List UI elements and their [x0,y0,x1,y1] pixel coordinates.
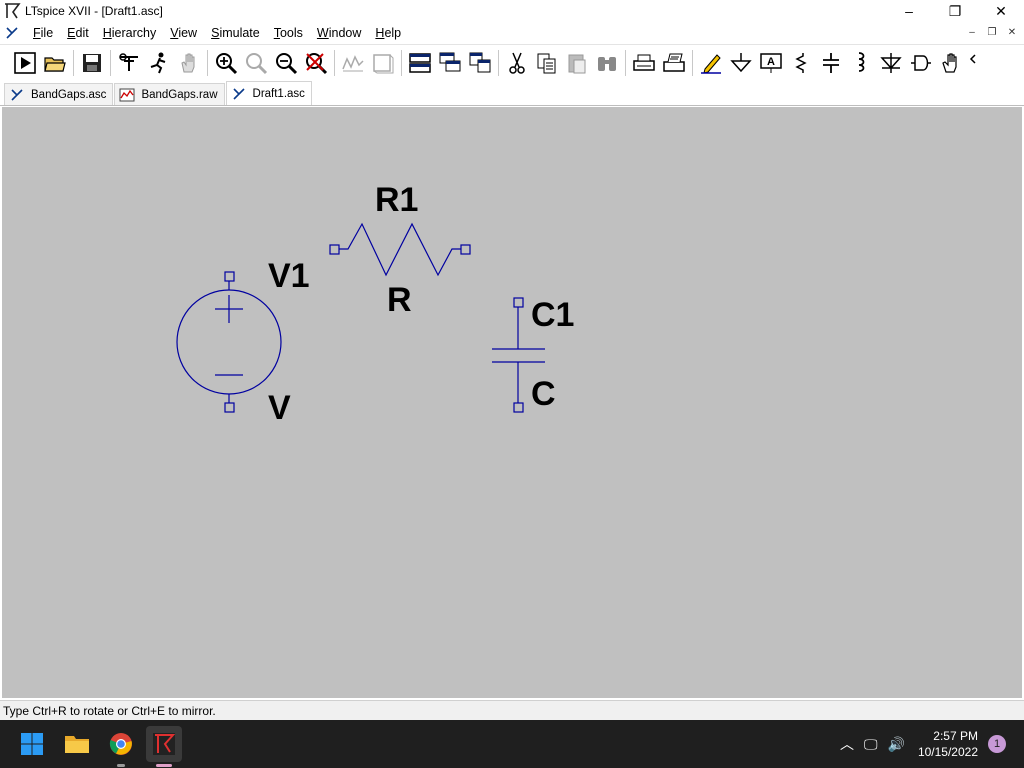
tab-bandgaps-raw[interactable]: BandGaps.raw [114,83,225,105]
clock-time: 2:57 PM [933,729,978,743]
clock[interactable]: 2:57 PM 10/15/2022 [918,728,978,760]
minimize-button[interactable]: – [886,0,932,22]
cut-icon[interactable] [502,48,532,78]
taskbar: ︿ 🖵 🔊 2:57 PM 10/15/2022 1 [0,720,1024,768]
zoom-cancel-icon[interactable] [301,48,331,78]
schematic-canvas[interactable]: R1 R V1 V C1 C [2,107,1022,698]
inductor-icon[interactable] [846,48,876,78]
move-icon[interactable] [936,48,966,78]
zoom-out-icon[interactable] [271,48,301,78]
r1-ref-label[interactable]: R1 [375,183,418,217]
zoom-in-icon[interactable] [211,48,241,78]
network-icon[interactable]: 🖵 [864,736,878,753]
component-icon[interactable] [906,48,936,78]
pan-icon[interactable] [174,48,204,78]
chrome-icon[interactable] [103,726,139,762]
tab-label: Draft1.asc [252,87,305,100]
halt-icon[interactable] [144,48,174,78]
diode-icon[interactable] [876,48,906,78]
file-explorer-icon[interactable] [59,726,95,762]
paste-icon[interactable] [562,48,592,78]
menu-simulate[interactable]: Simulate [204,26,267,40]
menu-view[interactable]: View [163,26,204,40]
open-icon[interactable] [40,48,70,78]
status-text: Type Ctrl+R to rotate or Ctrl+E to mirro… [3,703,216,718]
menu-hierarchy[interactable]: Hierarchy [96,26,164,40]
tab-label: BandGaps.raw [141,88,218,101]
c1-value-label[interactable]: C [531,377,556,411]
run-icon[interactable] [10,48,40,78]
clock-date: 10/15/2022 [917,745,978,759]
notification-badge[interactable]: 1 [988,735,1006,753]
tab-label: BandGaps.asc [31,88,107,101]
print-icon[interactable] [659,48,689,78]
resistor-icon[interactable] [786,48,816,78]
chevron-up-icon[interactable]: ︿ [840,734,854,754]
tile-vertical-icon[interactable] [465,48,495,78]
draw-wire-icon[interactable] [696,48,726,78]
tile-horizontal-icon[interactable] [405,48,435,78]
tab-bandgaps-asc[interactable]: BandGaps.asc [4,83,114,105]
autorange-icon[interactable] [338,48,368,78]
ltspice-app-icon [5,3,21,19]
cascade-icon[interactable] [435,48,465,78]
windows-start-icon[interactable] [14,726,50,762]
status-bar: Type Ctrl+R to rotate or Ctrl+E to mirro… [0,700,1024,720]
tab-draft1-asc[interactable]: Draft1.asc [225,81,312,105]
print-setup-icon[interactable] [629,48,659,78]
save-icon[interactable] [77,48,107,78]
close-button[interactable]: ✕ [978,0,1024,22]
menu-edit[interactable]: Edit [60,26,96,40]
voltage-source-v1-symbol[interactable] [176,271,282,413]
schematic-icon [11,88,23,101]
doc-close-button[interactable]: ✕ [1002,24,1022,40]
capacitor-icon[interactable] [816,48,846,78]
svg-text:A: A [767,56,775,68]
document-tabs: BandGaps.asc BandGaps.raw Draft1.asc [0,81,1024,106]
c1-ref-label[interactable]: C1 [531,298,574,332]
title-bar: LTspice XVII - [Draft1.asc] – ❐ ✕ [0,0,1024,22]
menu-window[interactable]: Window [310,26,368,40]
control-panel-icon[interactable] [114,48,144,78]
doc-restore-button[interactable]: ❐ [982,24,1002,40]
label-net-icon[interactable]: A [756,48,786,78]
copy-icon[interactable] [532,48,562,78]
volume-icon[interactable]: 🔊 [888,736,905,753]
zoom-full-icon[interactable] [241,48,271,78]
ground-icon[interactable] [726,48,756,78]
maximize-button[interactable]: ❐ [932,0,978,22]
menu-tools[interactable]: Tools [267,26,310,40]
resistor-r1-symbol[interactable] [329,222,471,277]
waveform-icon [119,88,135,101]
ltspice-icon[interactable] [146,726,182,762]
schematic-doc-icon[interactable] [4,25,20,41]
drag-icon[interactable] [966,48,996,78]
waveform-icon[interactable] [368,48,398,78]
schematic-icon [232,87,245,100]
window-title: LTspice XVII - [Draft1.asc] [25,4,163,18]
r1-value-label[interactable]: R [387,283,412,317]
menu-file[interactable]: File [26,26,60,40]
doc-minimize-button[interactable]: – [962,24,982,40]
find-icon[interactable] [592,48,622,78]
v1-value-label[interactable]: V [268,391,291,425]
menu-bar: File Edit Hierarchy View Simulate Tools … [0,22,1024,43]
menu-help[interactable]: Help [368,26,408,40]
system-tray: ︿ 🖵 🔊 2:57 PM 10/15/2022 1 [835,720,1024,768]
toolbar: A [0,44,1024,80]
v1-ref-label[interactable]: V1 [268,259,310,293]
